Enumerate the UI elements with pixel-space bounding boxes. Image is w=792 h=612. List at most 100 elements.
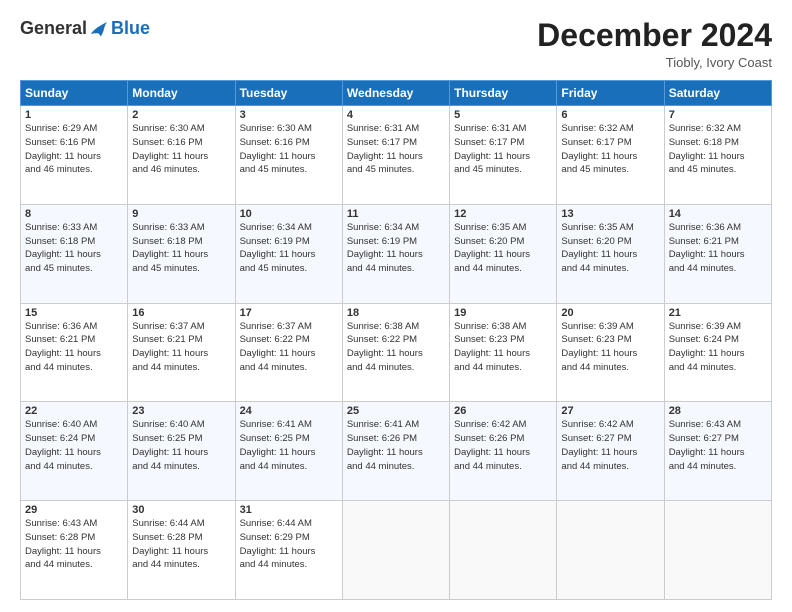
calendar-cell: 25Sunrise: 6:41 AMSunset: 6:26 PMDayligh…: [342, 402, 449, 501]
day-header-thursday: Thursday: [450, 81, 557, 106]
calendar-cell: 2Sunrise: 6:30 AMSunset: 6:16 PMDaylight…: [128, 106, 235, 205]
calendar: SundayMondayTuesdayWednesdayThursdayFrid…: [20, 80, 772, 600]
day-info: Sunrise: 6:40 AMSunset: 6:25 PMDaylight:…: [132, 418, 230, 473]
calendar-cell: 11Sunrise: 6:34 AMSunset: 6:19 PMDayligh…: [342, 204, 449, 303]
day-number: 1: [25, 109, 123, 121]
day-info: Sunrise: 6:38 AMSunset: 6:23 PMDaylight:…: [454, 320, 552, 375]
day-number: 5: [454, 109, 552, 121]
day-number: 31: [240, 504, 338, 516]
calendar-cell: [664, 501, 771, 600]
day-info: Sunrise: 6:32 AMSunset: 6:18 PMDaylight:…: [669, 122, 767, 177]
day-info: Sunrise: 6:36 AMSunset: 6:21 PMDaylight:…: [25, 320, 123, 375]
day-number: 29: [25, 504, 123, 516]
day-info: Sunrise: 6:33 AMSunset: 6:18 PMDaylight:…: [25, 221, 123, 276]
day-info: Sunrise: 6:36 AMSunset: 6:21 PMDaylight:…: [669, 221, 767, 276]
calendar-cell: 8Sunrise: 6:33 AMSunset: 6:18 PMDaylight…: [21, 204, 128, 303]
day-info: Sunrise: 6:42 AMSunset: 6:27 PMDaylight:…: [561, 418, 659, 473]
day-number: 21: [669, 307, 767, 319]
day-info: Sunrise: 6:34 AMSunset: 6:19 PMDaylight:…: [347, 221, 445, 276]
day-info: Sunrise: 6:39 AMSunset: 6:24 PMDaylight:…: [669, 320, 767, 375]
day-info: Sunrise: 6:37 AMSunset: 6:22 PMDaylight:…: [240, 320, 338, 375]
day-number: 3: [240, 109, 338, 121]
day-number: 20: [561, 307, 659, 319]
day-number: 6: [561, 109, 659, 121]
day-info: Sunrise: 6:30 AMSunset: 6:16 PMDaylight:…: [132, 122, 230, 177]
day-info: Sunrise: 6:44 AMSunset: 6:28 PMDaylight:…: [132, 517, 230, 572]
day-number: 19: [454, 307, 552, 319]
week-row-4: 22Sunrise: 6:40 AMSunset: 6:24 PMDayligh…: [21, 402, 772, 501]
calendar-cell: 23Sunrise: 6:40 AMSunset: 6:25 PMDayligh…: [128, 402, 235, 501]
calendar-cell: 3Sunrise: 6:30 AMSunset: 6:16 PMDaylight…: [235, 106, 342, 205]
day-info: Sunrise: 6:43 AMSunset: 6:27 PMDaylight:…: [669, 418, 767, 473]
calendar-cell: 14Sunrise: 6:36 AMSunset: 6:21 PMDayligh…: [664, 204, 771, 303]
month-title: December 2024: [537, 18, 772, 53]
day-header-sunday: Sunday: [21, 81, 128, 106]
logo: General Blue: [20, 18, 150, 39]
day-number: 16: [132, 307, 230, 319]
day-number: 22: [25, 405, 123, 417]
day-number: 13: [561, 208, 659, 220]
day-info: Sunrise: 6:42 AMSunset: 6:26 PMDaylight:…: [454, 418, 552, 473]
day-number: 25: [347, 405, 445, 417]
day-info: Sunrise: 6:31 AMSunset: 6:17 PMDaylight:…: [347, 122, 445, 177]
day-number: 28: [669, 405, 767, 417]
calendar-cell: 4Sunrise: 6:31 AMSunset: 6:17 PMDaylight…: [342, 106, 449, 205]
day-number: 30: [132, 504, 230, 516]
day-info: Sunrise: 6:32 AMSunset: 6:17 PMDaylight:…: [561, 122, 659, 177]
calendar-cell: 9Sunrise: 6:33 AMSunset: 6:18 PMDaylight…: [128, 204, 235, 303]
calendar-cell: [557, 501, 664, 600]
day-info: Sunrise: 6:30 AMSunset: 6:16 PMDaylight:…: [240, 122, 338, 177]
calendar-cell: 6Sunrise: 6:32 AMSunset: 6:17 PMDaylight…: [557, 106, 664, 205]
day-info: Sunrise: 6:43 AMSunset: 6:28 PMDaylight:…: [25, 517, 123, 572]
day-number: 18: [347, 307, 445, 319]
day-header-monday: Monday: [128, 81, 235, 106]
calendar-cell: 15Sunrise: 6:36 AMSunset: 6:21 PMDayligh…: [21, 303, 128, 402]
day-number: 23: [132, 405, 230, 417]
day-header-friday: Friday: [557, 81, 664, 106]
day-info: Sunrise: 6:41 AMSunset: 6:26 PMDaylight:…: [347, 418, 445, 473]
calendar-cell: 17Sunrise: 6:37 AMSunset: 6:22 PMDayligh…: [235, 303, 342, 402]
day-info: Sunrise: 6:34 AMSunset: 6:19 PMDaylight:…: [240, 221, 338, 276]
day-number: 2: [132, 109, 230, 121]
day-info: Sunrise: 6:37 AMSunset: 6:21 PMDaylight:…: [132, 320, 230, 375]
title-block: December 2024 Tiobly, Ivory Coast: [537, 18, 772, 70]
day-number: 11: [347, 208, 445, 220]
calendar-cell: 29Sunrise: 6:43 AMSunset: 6:28 PMDayligh…: [21, 501, 128, 600]
logo-blue: Blue: [111, 18, 150, 39]
day-number: 27: [561, 405, 659, 417]
week-row-1: 1Sunrise: 6:29 AMSunset: 6:16 PMDaylight…: [21, 106, 772, 205]
day-info: Sunrise: 6:35 AMSunset: 6:20 PMDaylight:…: [561, 221, 659, 276]
day-info: Sunrise: 6:31 AMSunset: 6:17 PMDaylight:…: [454, 122, 552, 177]
day-number: 26: [454, 405, 552, 417]
calendar-cell: 19Sunrise: 6:38 AMSunset: 6:23 PMDayligh…: [450, 303, 557, 402]
day-number: 12: [454, 208, 552, 220]
header: General Blue December 2024 Tiobly, Ivory…: [20, 18, 772, 70]
calendar-cell: [450, 501, 557, 600]
calendar-cell: 5Sunrise: 6:31 AMSunset: 6:17 PMDaylight…: [450, 106, 557, 205]
calendar-cell: 27Sunrise: 6:42 AMSunset: 6:27 PMDayligh…: [557, 402, 664, 501]
calendar-cell: 24Sunrise: 6:41 AMSunset: 6:25 PMDayligh…: [235, 402, 342, 501]
calendar-cell: 12Sunrise: 6:35 AMSunset: 6:20 PMDayligh…: [450, 204, 557, 303]
day-header-wednesday: Wednesday: [342, 81, 449, 106]
logo-text: General Blue: [20, 18, 150, 39]
calendar-cell: 21Sunrise: 6:39 AMSunset: 6:24 PMDayligh…: [664, 303, 771, 402]
calendar-cell: 1Sunrise: 6:29 AMSunset: 6:16 PMDaylight…: [21, 106, 128, 205]
calendar-cell: 28Sunrise: 6:43 AMSunset: 6:27 PMDayligh…: [664, 402, 771, 501]
day-header-tuesday: Tuesday: [235, 81, 342, 106]
calendar-header-row: SundayMondayTuesdayWednesdayThursdayFrid…: [21, 81, 772, 106]
calendar-cell: [342, 501, 449, 600]
location: Tiobly, Ivory Coast: [537, 55, 772, 70]
calendar-cell: 26Sunrise: 6:42 AMSunset: 6:26 PMDayligh…: [450, 402, 557, 501]
calendar-cell: 16Sunrise: 6:37 AMSunset: 6:21 PMDayligh…: [128, 303, 235, 402]
logo-general: General: [20, 18, 87, 39]
day-number: 4: [347, 109, 445, 121]
week-row-2: 8Sunrise: 6:33 AMSunset: 6:18 PMDaylight…: [21, 204, 772, 303]
calendar-cell: 13Sunrise: 6:35 AMSunset: 6:20 PMDayligh…: [557, 204, 664, 303]
calendar-cell: 30Sunrise: 6:44 AMSunset: 6:28 PMDayligh…: [128, 501, 235, 600]
day-info: Sunrise: 6:38 AMSunset: 6:22 PMDaylight:…: [347, 320, 445, 375]
week-row-3: 15Sunrise: 6:36 AMSunset: 6:21 PMDayligh…: [21, 303, 772, 402]
calendar-cell: 10Sunrise: 6:34 AMSunset: 6:19 PMDayligh…: [235, 204, 342, 303]
day-number: 14: [669, 208, 767, 220]
day-info: Sunrise: 6:33 AMSunset: 6:18 PMDaylight:…: [132, 221, 230, 276]
day-info: Sunrise: 6:35 AMSunset: 6:20 PMDaylight:…: [454, 221, 552, 276]
